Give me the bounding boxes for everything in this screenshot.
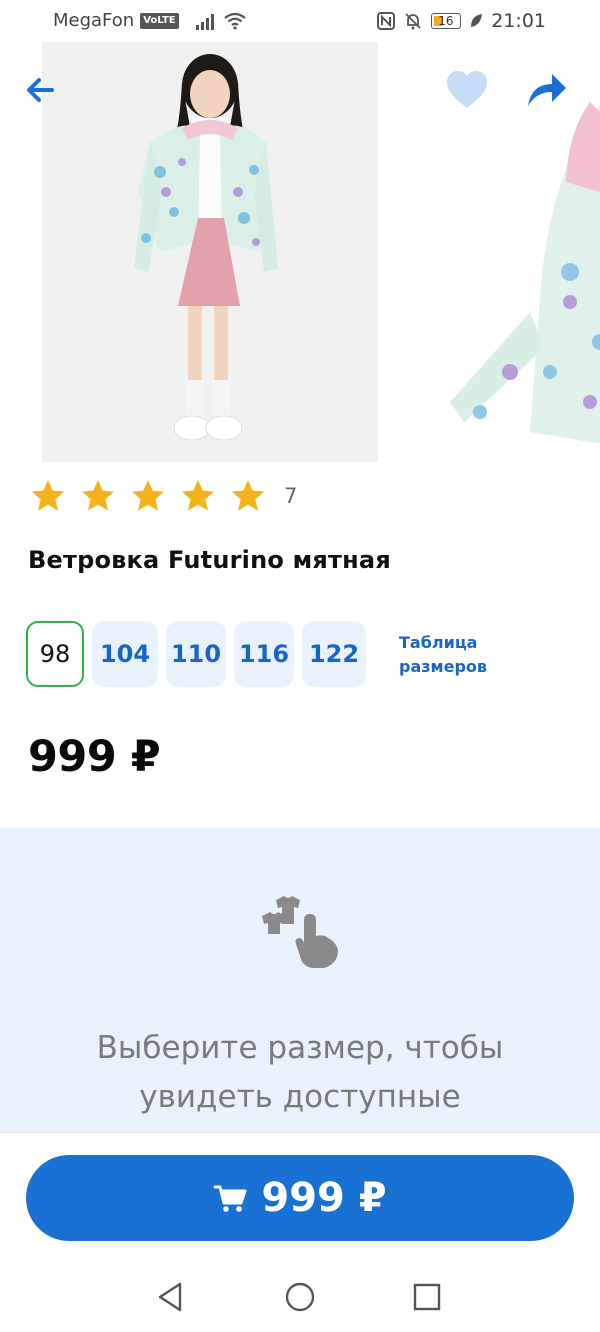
product-photo-jacket[interactable] bbox=[450, 72, 600, 466]
cart-icon bbox=[213, 1185, 247, 1212]
product-rating[interactable]: 7 bbox=[30, 476, 297, 516]
size-table-link[interactable]: Таблица размеров bbox=[399, 631, 499, 679]
signal-icon bbox=[195, 13, 214, 30]
jacket-illustration bbox=[450, 72, 600, 466]
system-nav-bar bbox=[0, 1262, 600, 1332]
status-time: 21:01 bbox=[491, 10, 546, 32]
share-icon[interactable] bbox=[524, 68, 568, 112]
product-price: 999 ₽ bbox=[28, 732, 161, 782]
status-bar: MegaFon VoLTE 16 21:01 bbox=[0, 0, 600, 44]
product-photo-model[interactable] bbox=[42, 42, 378, 462]
battery-indicator: 16 bbox=[431, 13, 462, 29]
favorite-heart-icon[interactable] bbox=[446, 70, 488, 110]
size-hint-line2: увидеть доступные bbox=[139, 1079, 461, 1115]
add-to-cart-price: 999 ₽ bbox=[261, 1175, 387, 1221]
size-hint-line1: Выберите размер, чтобы bbox=[96, 1030, 504, 1066]
product-gallery[interactable] bbox=[0, 42, 600, 466]
add-to-cart-button[interactable]: 999 ₽ bbox=[26, 1155, 574, 1241]
select-size-hand-icon bbox=[262, 896, 338, 968]
leaf-icon bbox=[471, 14, 483, 27]
rating-count[interactable]: 7 bbox=[284, 484, 297, 508]
status-right: 16 21:01 bbox=[377, 10, 546, 32]
nav-back-icon[interactable] bbox=[154, 1280, 188, 1314]
size-table-label-line1: Таблица bbox=[399, 633, 478, 652]
wifi-icon bbox=[223, 12, 246, 30]
size-option-116[interactable]: 116 bbox=[234, 621, 294, 687]
star-icon bbox=[32, 480, 64, 511]
mute-bell-icon bbox=[405, 13, 421, 30]
status-left: MegaFon VoLTE bbox=[53, 10, 247, 31]
battery-level: 16 bbox=[438, 14, 454, 28]
star-icon bbox=[82, 480, 114, 511]
size-selector: 98 104 110 116 122 bbox=[26, 621, 366, 687]
volte-badge: VoLTE bbox=[140, 12, 179, 29]
nfc-icon bbox=[377, 12, 396, 30]
size-hint-panel: Выберите размер, чтобы увидеть доступные bbox=[0, 828, 600, 1138]
star-icon bbox=[182, 480, 214, 511]
size-table-label-line2: размеров bbox=[399, 657, 488, 676]
size-option-110[interactable]: 110 bbox=[166, 621, 226, 687]
star-icon bbox=[132, 480, 164, 511]
nav-home-icon[interactable] bbox=[283, 1280, 317, 1314]
size-option-98[interactable]: 98 bbox=[26, 621, 84, 687]
carrier-name: MegaFon bbox=[53, 10, 135, 31]
nav-recents-icon[interactable] bbox=[410, 1280, 444, 1314]
star-icon bbox=[232, 480, 264, 511]
buy-bar: 999 ₽ bbox=[0, 1132, 600, 1262]
size-option-104[interactable]: 104 bbox=[92, 621, 158, 687]
back-arrow-icon[interactable] bbox=[22, 72, 58, 108]
product-title: Ветровка Futurino мятная bbox=[28, 546, 391, 574]
size-hint-text: Выберите размер, чтобы увидеть доступные bbox=[0, 1024, 600, 1122]
size-option-122[interactable]: 122 bbox=[302, 621, 366, 687]
model-illustration bbox=[42, 42, 378, 462]
